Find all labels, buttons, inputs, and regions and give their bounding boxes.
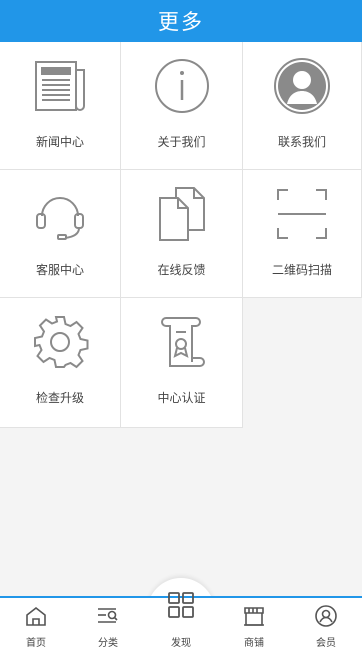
tab-shop[interactable]: 商铺 (224, 598, 284, 650)
grid-item-label: 联系我们 (277, 135, 326, 149)
newspaper-icon (30, 56, 90, 116)
page-header: 更多 (0, 0, 362, 42)
tab-member[interactable]: 会员 (296, 598, 356, 650)
grid-item-contact-us[interactable]: 联系我们 (243, 42, 362, 170)
contact-avatar-icon (272, 56, 332, 116)
info-icon (152, 56, 212, 116)
grid-item-about-us[interactable]: 关于我们 (121, 42, 243, 170)
grid-item-label: 检查升级 (35, 391, 84, 405)
grid-item-customer-service[interactable]: 客服中心 (0, 170, 121, 298)
tab-label: 首页 (26, 638, 46, 649)
grid-item-news-center[interactable]: 新闻中心 (0, 42, 121, 170)
headset-icon (30, 184, 90, 244)
grid-empty-slot (243, 298, 362, 428)
feature-grid: 新闻中心 关于我们 联系我们 客服中心 在线反馈 二维码扫描 检查升级 中心认证 (0, 42, 362, 428)
documents-icon (152, 184, 212, 244)
tab-discover[interactable]: 发现 (151, 582, 211, 649)
grid-item-qr-scan[interactable]: 二维码扫描 (243, 170, 362, 298)
member-icon (314, 604, 338, 628)
gear-icon (30, 312, 90, 372)
tab-home[interactable]: 首页 (6, 598, 66, 650)
tab-label: 商铺 (244, 638, 264, 649)
tab-category[interactable]: 分类 (78, 598, 138, 650)
grid-item-online-feedback[interactable]: 在线反馈 (121, 170, 243, 298)
grid-item-center-certification[interactable]: 中心认证 (121, 298, 243, 428)
grid-item-label: 在线反馈 (157, 263, 206, 277)
tab-label: 发现 (171, 638, 191, 649)
grid-item-label: 中心认证 (157, 391, 206, 405)
home-icon (24, 604, 48, 628)
grid-item-label: 新闻中心 (35, 135, 84, 149)
certificate-scroll-icon (152, 312, 212, 372)
scan-frame-icon (272, 184, 332, 244)
discover-grid-icon (166, 590, 196, 620)
grid-item-check-update[interactable]: 检查升级 (0, 298, 121, 428)
grid-item-label: 关于我们 (157, 135, 206, 149)
shop-icon (242, 604, 266, 628)
tab-label: 分类 (98, 638, 118, 649)
grid-item-label: 客服中心 (35, 263, 84, 277)
tab-label: 会员 (316, 638, 336, 649)
category-search-icon (96, 604, 120, 628)
grid-item-label: 二维码扫描 (271, 263, 332, 277)
page-title: 更多 (158, 10, 204, 34)
